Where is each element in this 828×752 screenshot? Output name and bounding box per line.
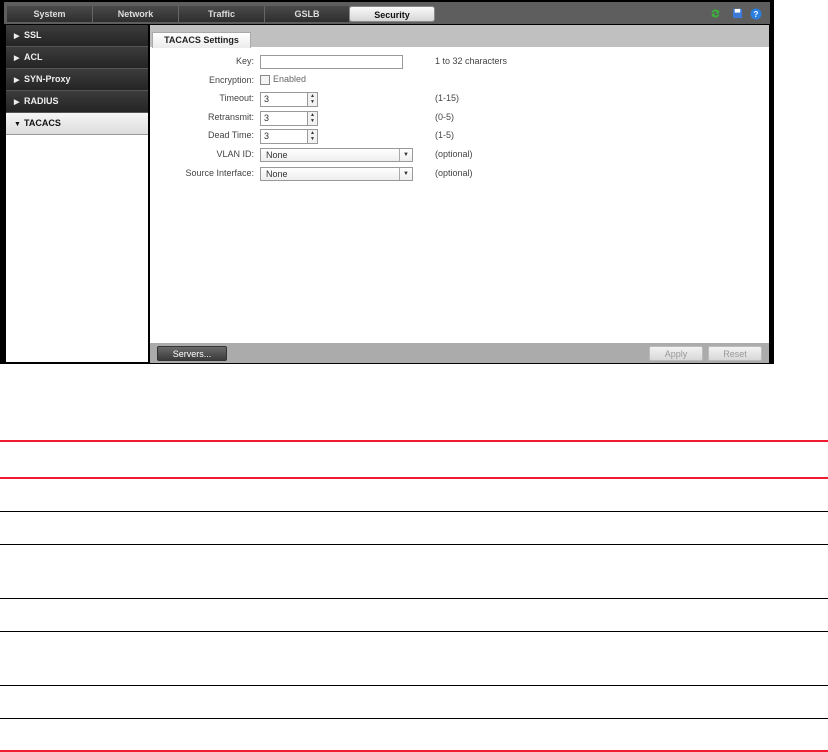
dead-time-value: 3 bbox=[264, 131, 270, 141]
table-row-rule bbox=[0, 685, 828, 686]
source-interface-select[interactable]: None ▼ bbox=[260, 167, 413, 181]
retransmit-stepper[interactable]: 3 ▲ ▼ bbox=[260, 111, 318, 126]
table-header-rule bbox=[0, 477, 828, 479]
sidebar-item-radius[interactable]: ▶ RADIUS bbox=[6, 91, 148, 113]
vlan-value: None bbox=[266, 150, 288, 160]
vlan-label: VLAN ID: bbox=[216, 149, 254, 159]
expand-arrow-icon: ▶ bbox=[14, 99, 20, 106]
reset-button[interactable]: Reset bbox=[708, 346, 762, 361]
timeout-value: 3 bbox=[264, 94, 270, 104]
sidebar-item-ssl[interactable]: ▶ SSL bbox=[6, 25, 148, 47]
timeout-label: Timeout: bbox=[219, 93, 254, 103]
tab-network[interactable]: Network bbox=[93, 6, 179, 22]
collapse-arrow-icon: ▼ bbox=[14, 121, 21, 128]
vlan-hint: (optional) bbox=[435, 149, 473, 159]
vlan-select[interactable]: None ▼ bbox=[260, 148, 413, 162]
table-row-rule bbox=[0, 544, 828, 545]
dead-time-row: Dead Time: 3 ▲ ▼ (1-5) bbox=[150, 129, 769, 144]
chevron-down-icon: ▼ bbox=[399, 149, 412, 161]
source-interface-hint: (optional) bbox=[435, 168, 473, 178]
sidebar-item-label: SSL bbox=[24, 30, 42, 40]
footer-bar: Servers... Apply Reset bbox=[150, 343, 769, 363]
content-panel: TACACS Settings Key: 1 to 32 characters … bbox=[150, 25, 769, 363]
dead-time-stepper[interactable]: 3 ▲ ▼ bbox=[260, 129, 318, 144]
source-interface-label: Source Interface: bbox=[185, 168, 254, 178]
top-nav-bar: System Network Traffic GSLB Security ? bbox=[4, 2, 770, 24]
source-interface-value: None bbox=[266, 169, 288, 179]
stepper-arrows-icon[interactable]: ▲ ▼ bbox=[307, 93, 317, 106]
sidebar-item-tacacs[interactable]: ▼ TACACS bbox=[6, 113, 148, 135]
encryption-row: Encryption: Enabled bbox=[150, 74, 769, 88]
source-interface-row: Source Interface: None ▼ (optional) bbox=[150, 167, 769, 181]
dead-time-label: Dead Time: bbox=[207, 130, 254, 140]
retransmit-row: Retransmit: 3 ▲ ▼ (0-5) bbox=[150, 111, 769, 126]
tab-security[interactable]: Security bbox=[349, 6, 435, 22]
timeout-stepper[interactable]: 3 ▲ ▼ bbox=[260, 92, 318, 107]
timeout-hint: (1-15) bbox=[435, 93, 460, 103]
table-row-rule bbox=[0, 631, 828, 632]
stepper-arrows-icon[interactable]: ▲ ▼ bbox=[307, 112, 317, 125]
sidebar-item-syn-proxy[interactable]: ▶ SYN-Proxy bbox=[6, 69, 148, 91]
retransmit-value: 3 bbox=[264, 113, 270, 123]
expand-arrow-icon: ▶ bbox=[14, 33, 20, 40]
tab-tacacs-settings[interactable]: TACACS Settings bbox=[152, 32, 251, 48]
timeout-row: Timeout: 3 ▲ ▼ (1-15) bbox=[150, 92, 769, 107]
tab-system[interactable]: System bbox=[7, 6, 93, 22]
stepper-arrows-icon[interactable]: ▲ ▼ bbox=[307, 130, 317, 143]
save-icon[interactable] bbox=[732, 8, 743, 19]
sidebar: ▶ SSL ▶ ACL ▶ SYN-Proxy ▶ RADIUS ▼ TACACS bbox=[6, 25, 148, 362]
tab-traffic[interactable]: Traffic bbox=[179, 6, 265, 22]
apply-button[interactable]: Apply bbox=[649, 346, 703, 361]
table-row-rule bbox=[0, 598, 828, 599]
key-row: Key: 1 to 32 characters bbox=[150, 55, 769, 69]
sidebar-item-label: ACL bbox=[24, 52, 43, 62]
chevron-down-icon: ▼ bbox=[399, 168, 412, 180]
table-row-rule bbox=[0, 718, 828, 719]
key-hint: 1 to 32 characters bbox=[435, 56, 508, 66]
retransmit-label: Retransmit: bbox=[207, 112, 254, 122]
help-icon[interactable]: ? bbox=[750, 8, 762, 20]
content-tab-strip: TACACS Settings bbox=[150, 25, 769, 48]
svg-text:?: ? bbox=[754, 10, 759, 19]
encryption-checkbox[interactable] bbox=[260, 74, 270, 85]
encryption-checkbox-wrap[interactable]: Enabled bbox=[260, 74, 306, 85]
key-input[interactable] bbox=[260, 55, 403, 69]
encryption-checkbox-label: Enabled bbox=[273, 74, 307, 84]
servers-button[interactable]: Servers... bbox=[157, 346, 227, 361]
expand-arrow-icon: ▶ bbox=[14, 77, 20, 84]
expand-arrow-icon: ▶ bbox=[14, 55, 20, 62]
refresh-icon[interactable] bbox=[710, 8, 721, 19]
sidebar-item-label: TACACS bbox=[24, 118, 61, 128]
sidebar-item-label: SYN-Proxy bbox=[24, 74, 71, 84]
key-label: Key: bbox=[235, 56, 254, 66]
encryption-label: Encryption: bbox=[208, 75, 254, 85]
tab-gslb[interactable]: GSLB bbox=[265, 6, 350, 22]
table-top-rule bbox=[0, 440, 828, 442]
sidebar-item-acl[interactable]: ▶ ACL bbox=[6, 47, 148, 69]
dead-time-hint: (1-5) bbox=[435, 130, 455, 140]
app-window: System Network Traffic GSLB Security ? ▶… bbox=[0, 0, 774, 364]
retransmit-hint: (0-5) bbox=[435, 112, 455, 122]
table-row-rule bbox=[0, 511, 828, 512]
vlan-row: VLAN ID: None ▼ (optional) bbox=[150, 148, 769, 162]
sidebar-item-label: RADIUS bbox=[24, 96, 59, 106]
